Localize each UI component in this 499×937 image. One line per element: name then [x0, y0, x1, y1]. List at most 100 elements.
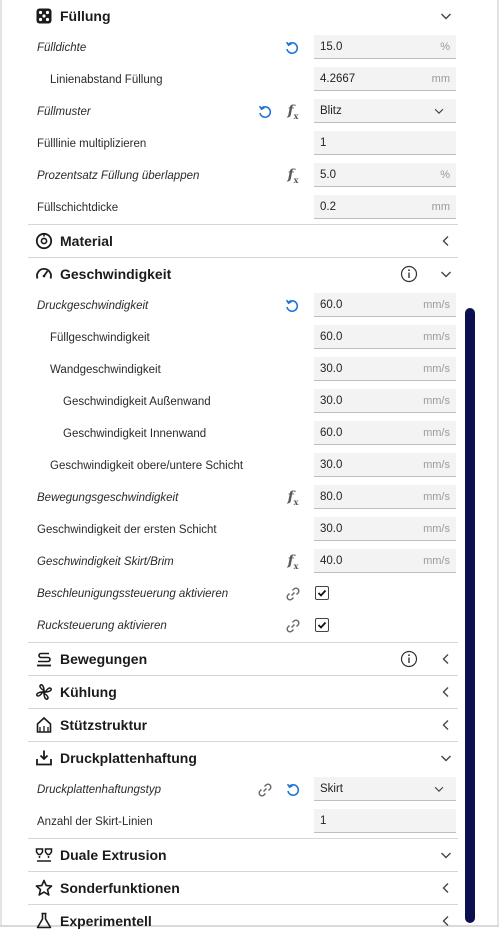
- adhesion-type-select[interactable]: Skirt: [314, 777, 456, 801]
- category-support[interactable]: Stützstruktur: [28, 708, 458, 741]
- setting-label: Druckgeschwindigkeit: [37, 300, 149, 312]
- chevron-left-icon[interactable]: [438, 684, 454, 700]
- field-value: 60.0: [320, 298, 343, 311]
- infill-layer-thickness-input[interactable]: 0.2 mm: [314, 195, 456, 219]
- travel-speed-input[interactable]: 80.0 mm/s: [314, 485, 456, 509]
- reset-icon[interactable]: [283, 297, 301, 315]
- setting-print-speed: Druckgeschwindigkeit 60.0 mm/s: [28, 290, 458, 322]
- field-unit: mm/s: [423, 298, 450, 311]
- reset-icon[interactable]: [284, 781, 302, 799]
- chevron-down-icon[interactable]: [438, 8, 454, 24]
- acceleration-control-checkbox[interactable]: [315, 586, 329, 600]
- field-value: 60.0: [320, 426, 343, 439]
- setting-inner-wall-speed: Geschwindigkeit Innenwand 60.0 mm/s: [28, 418, 458, 450]
- setting-label: Geschwindigkeit obere/untere Schicht: [50, 460, 244, 472]
- field-value: 1: [320, 814, 327, 827]
- field-value: 40.0: [320, 554, 343, 567]
- infill-density-input[interactable]: 15.0 %: [314, 35, 456, 59]
- setting-label: Fülllinie multiplizieren: [37, 138, 147, 150]
- settings-panel: Füllung Fülldichte 15.0 % Linienabstand …: [28, 0, 458, 937]
- category-special-modes-title: Sonderfunktionen: [60, 880, 180, 896]
- setting-infill-layer-thickness: Füllschichtdicke 0.2 mm: [28, 192, 458, 224]
- field-unit: mm: [431, 200, 450, 213]
- setting-acceleration-control: Beschleunigungssteuerung aktivieren: [28, 578, 458, 610]
- category-adhesion-title: Druckplattenhaftung: [60, 750, 197, 766]
- infill-line-multiplier-input[interactable]: 1: [314, 131, 456, 155]
- infill-line-distance-input[interactable]: 4.2667 mm: [314, 67, 456, 91]
- chevron-down-icon: [434, 108, 444, 115]
- wall-speed-input[interactable]: 30.0 mm/s: [314, 357, 456, 381]
- function-icon[interactable]: fx: [284, 553, 302, 571]
- outer-wall-speed-input[interactable]: 30.0 mm/s: [314, 389, 456, 413]
- fan-icon: [34, 682, 54, 702]
- flask-icon: [34, 911, 54, 931]
- setting-infill-pattern: Füllmuster fx Blitz: [28, 96, 458, 128]
- setting-jerk-control: Rucksteuerung aktivieren: [28, 610, 458, 642]
- reset-icon[interactable]: [283, 39, 301, 57]
- print-speed-input[interactable]: 60.0 mm/s: [314, 293, 456, 317]
- skirt-line-count-input[interactable]: 1: [314, 809, 456, 833]
- info-icon[interactable]: [400, 650, 418, 668]
- field-unit: mm/s: [423, 522, 450, 535]
- category-infill[interactable]: Füllung: [28, 0, 458, 32]
- chevron-down-icon[interactable]: [438, 847, 454, 863]
- setting-infill-speed: Füllgeschwindigkeit 60.0 mm/s: [28, 322, 458, 354]
- top-bottom-speed-input[interactable]: 30.0 mm/s: [314, 453, 456, 477]
- checkmark-icon: [317, 621, 327, 629]
- setting-label: Linienabstand Füllung: [50, 74, 163, 86]
- chevron-left-icon[interactable]: [438, 880, 454, 896]
- category-speed[interactable]: Geschwindigkeit: [28, 257, 458, 290]
- chevron-down-icon[interactable]: [438, 266, 454, 282]
- function-icon[interactable]: fx: [284, 167, 302, 185]
- category-material[interactable]: Material: [28, 224, 458, 257]
- setting-infill-overlap: Prozentsatz Füllung überlappen fx 5.0 %: [28, 160, 458, 192]
- chevron-left-icon[interactable]: [438, 717, 454, 733]
- field-unit: mm/s: [423, 490, 450, 503]
- skirt-brim-speed-input[interactable]: 40.0 mm/s: [314, 549, 456, 573]
- link-icon[interactable]: [284, 617, 302, 635]
- setting-label: Beschleunigungssteuerung aktivieren: [37, 588, 229, 600]
- infill-pattern-select[interactable]: Blitz: [314, 99, 456, 123]
- field-value: 30.0: [320, 522, 343, 535]
- function-icon[interactable]: fx: [284, 489, 302, 507]
- link-icon[interactable]: [256, 781, 274, 799]
- jerk-control-checkbox[interactable]: [315, 618, 329, 632]
- dual-extrusion-icon: [34, 845, 54, 865]
- panel-left-border: [0, 0, 2, 927]
- setting-label: Geschwindigkeit Außenwand: [63, 396, 211, 408]
- setting-label: Prozentsatz Füllung überlappen: [37, 170, 200, 182]
- chevron-down-icon[interactable]: [438, 750, 454, 766]
- field-value: 60.0: [320, 330, 343, 343]
- field-unit: %: [440, 40, 450, 53]
- chevron-down-icon: [434, 786, 444, 793]
- setting-label: Druckplattenhaftungstyp: [37, 784, 162, 796]
- setting-label: Anzahl der Skirt-Linien: [37, 816, 153, 828]
- category-dual-extrusion[interactable]: Duale Extrusion: [28, 838, 458, 871]
- field-value: 80.0: [320, 490, 343, 503]
- category-cooling[interactable]: Kühlung: [28, 675, 458, 708]
- setting-infill-line-distance: Linienabstand Füllung 4.2667 mm: [28, 64, 458, 96]
- first-layer-speed-input[interactable]: 30.0 mm/s: [314, 517, 456, 541]
- link-icon[interactable]: [284, 585, 302, 603]
- scrollbar-thumb[interactable]: [465, 308, 475, 923]
- chevron-left-icon[interactable]: [438, 233, 454, 249]
- field-value: 30.0: [320, 394, 343, 407]
- inner-wall-speed-input[interactable]: 60.0 mm/s: [314, 421, 456, 445]
- setting-label: Wandgeschwindigkeit: [50, 364, 161, 376]
- setting-label: Füllgeschwindigkeit: [50, 332, 150, 344]
- function-icon[interactable]: fx: [284, 103, 302, 121]
- chevron-left-icon[interactable]: [438, 651, 454, 667]
- setting-travel-speed: Bewegungsgeschwindigkeit fx 80.0 mm/s: [28, 482, 458, 514]
- setting-skirt-brim-speed: Geschwindigkeit Skirt/Brim fx 40.0 mm/s: [28, 546, 458, 578]
- setting-adhesion-type: Druckplattenhaftungstyp Skirt: [28, 774, 458, 806]
- category-adhesion[interactable]: Druckplattenhaftung: [28, 741, 458, 774]
- category-material-title: Material: [60, 233, 113, 249]
- setting-wall-speed: Wandgeschwindigkeit 30.0 mm/s: [28, 354, 458, 386]
- info-icon[interactable]: [400, 265, 418, 283]
- category-special-modes[interactable]: Sonderfunktionen: [28, 871, 458, 904]
- infill-overlap-input[interactable]: 5.0 %: [314, 163, 456, 187]
- category-experimental[interactable]: Experimentell: [28, 904, 458, 937]
- category-travel[interactable]: Bewegungen: [28, 642, 458, 675]
- reset-icon[interactable]: [256, 103, 274, 121]
- infill-speed-input[interactable]: 60.0 mm/s: [314, 325, 456, 349]
